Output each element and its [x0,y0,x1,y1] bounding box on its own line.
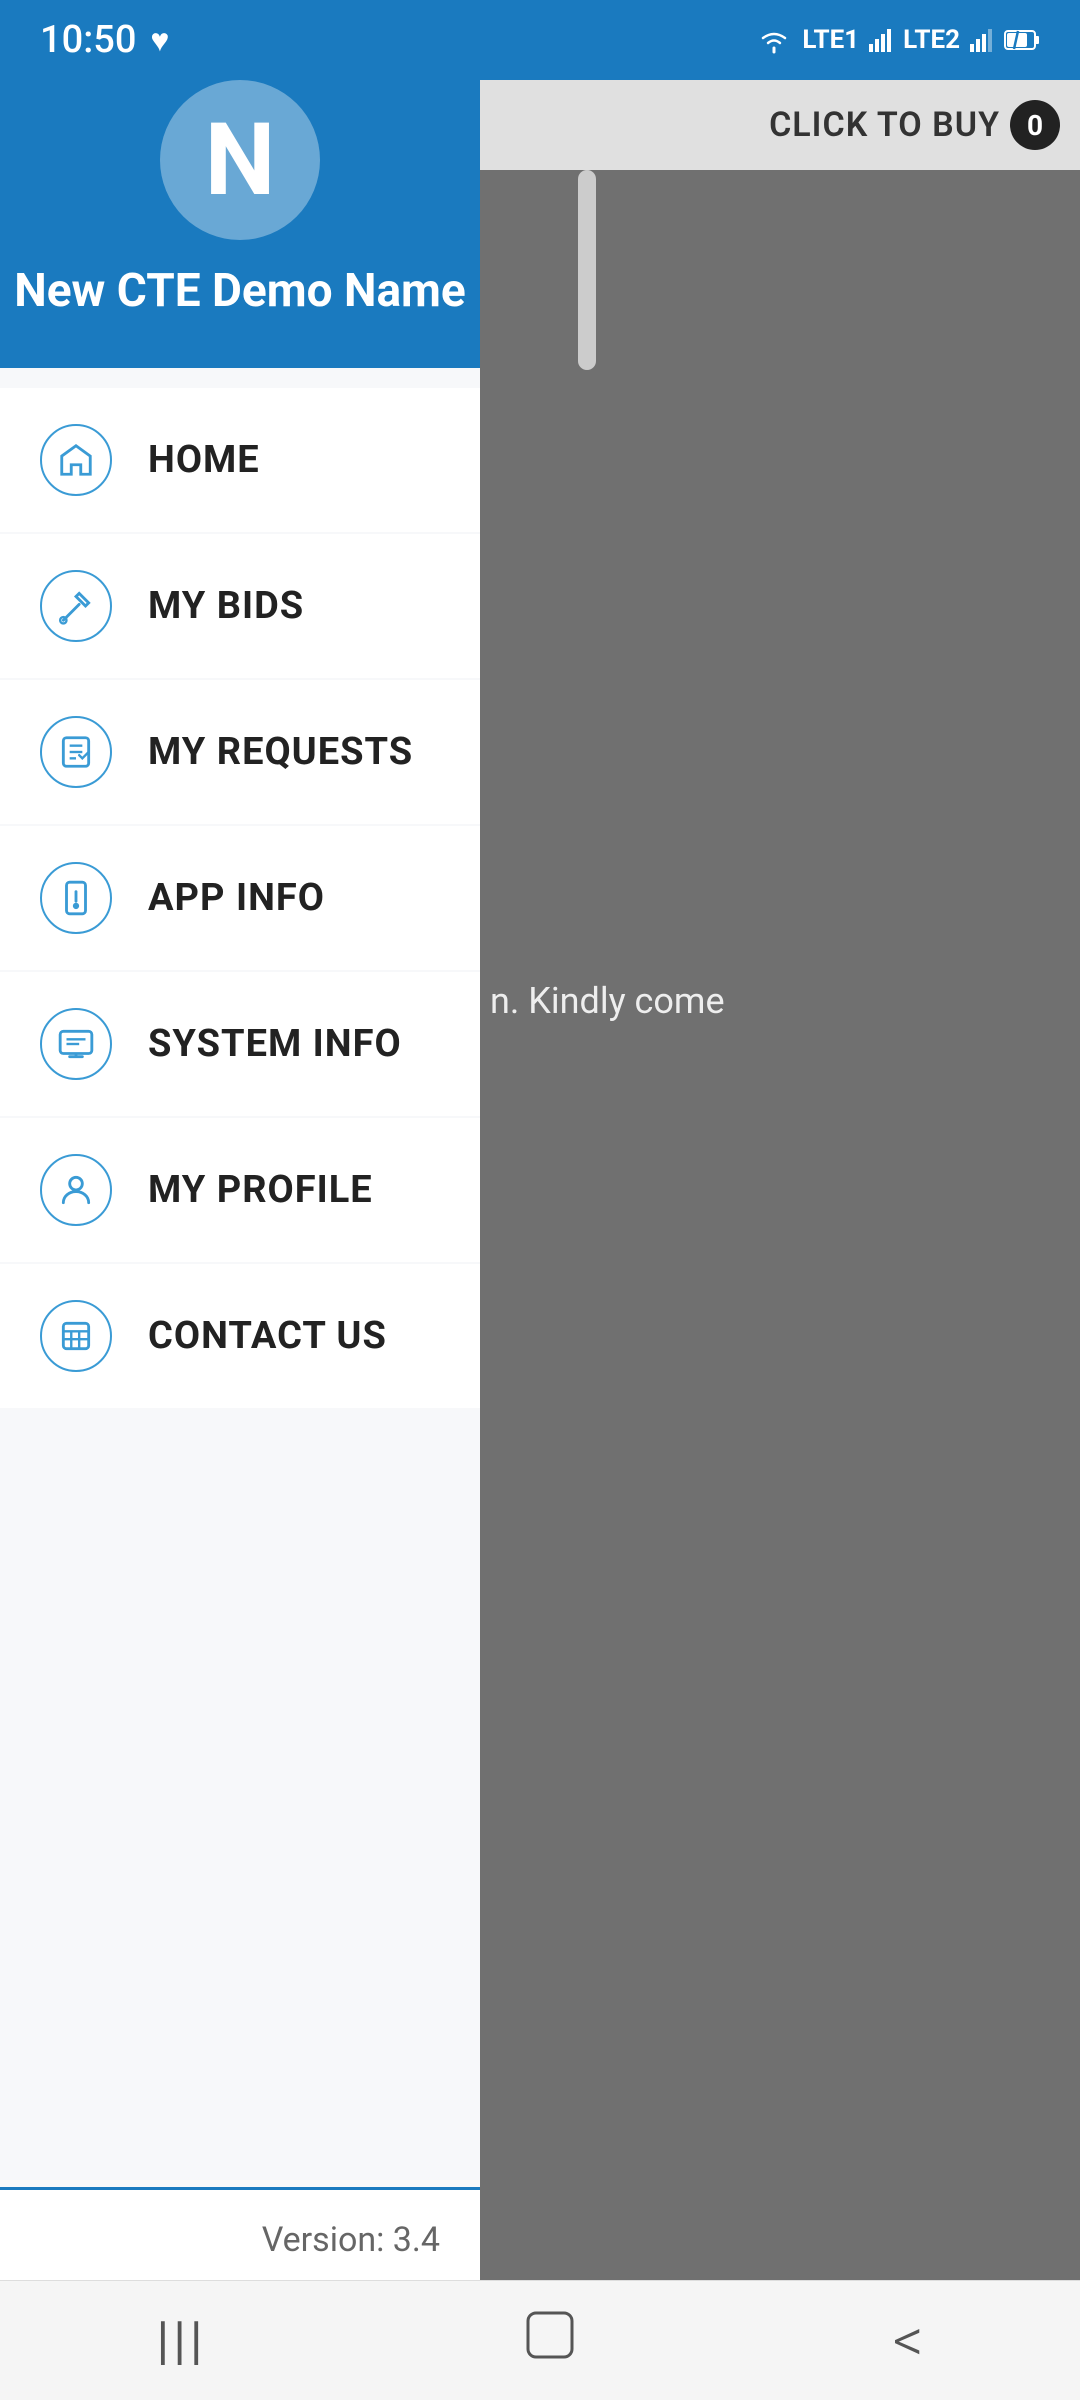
signal1-icon [869,26,893,54]
wifi-icon [756,26,792,54]
appinfo-icon-circle [40,862,112,934]
user-name: New CTE Demo Name [14,264,466,318]
sidebar-item-requests-label: MY REQUESTS [148,730,413,774]
requests-icon-circle [40,716,112,788]
bids-icon-circle [40,570,112,642]
sidebar-item-profile-label: MY PROFILE [148,1168,373,1212]
overlay-content-text: n. Kindly come [490,980,725,1022]
systeminfo-icon [57,1025,95,1063]
lte1-indicator: LTE1 [802,25,859,55]
sidebar-item-my-bids[interactable]: MY BIDS [0,534,480,678]
main-content-overlay [480,0,1080,2400]
drawer-menu: HOME MY BIDS [0,368,480,2187]
navigation-bar: ||| < [0,2280,1080,2400]
status-icons-area: LTE1 LTE2 [756,25,1040,55]
click-to-buy-bar[interactable]: CLICK TO BUY 0 [480,80,1080,170]
sidebar-item-bids-label: MY BIDS [148,584,304,628]
battery-icon [1004,26,1040,54]
sidebar-item-home[interactable]: HOME [0,388,480,532]
navigation-drawer: N New CTE Demo Name HOME MY BIDS [0,0,480,2400]
click-to-buy-badge: 0 [1010,100,1060,150]
status-time-area: 10:50 ♥ [40,18,169,62]
status-bar: 10:50 ♥ LTE1 LTE2 [0,0,1080,80]
lte2-indicator: LTE2 [903,25,960,55]
sidebar-item-home-label: HOME [148,438,260,482]
sidebar-item-systeminfo-label: SYSTEM INFO [148,1022,402,1066]
sidebar-item-contact-us[interactable]: CONTACT US [0,1264,480,1408]
nav-back-button[interactable]: < [893,2305,924,2376]
sidebar-item-contactus-label: CONTACT US [148,1314,387,1358]
profile-icon-circle [40,1154,112,1226]
nav-home-button[interactable] [520,2305,580,2377]
bids-icon [57,587,95,625]
sidebar-item-appinfo-label: APP INFO [148,876,325,920]
sidebar-item-system-info[interactable]: SYSTEM INFO [0,972,480,1116]
scrollbar[interactable] [578,170,596,370]
systeminfo-icon-circle [40,1008,112,1080]
contact-icon-circle [40,1300,112,1372]
avatar-letter: N [205,102,276,219]
nav-menu-button[interactable]: ||| [157,2310,207,2371]
profile-icon [57,1171,95,1209]
home-icon [57,441,95,479]
contact-icon [57,1317,95,1355]
home-icon-circle [40,424,112,496]
sidebar-item-app-info[interactable]: APP INFO [0,826,480,970]
time-display: 10:50 [40,18,136,62]
requests-icon [57,733,95,771]
click-to-buy-label: CLICK TO BUY [769,105,1000,145]
version-label: Version: 3.4 [262,2220,440,2260]
drawer-footer-version: Version: 3.4 [0,2187,480,2290]
avatar: N [160,80,320,240]
heart-icon: ♥ [150,21,169,59]
sidebar-item-my-requests[interactable]: MY REQUESTS [0,680,480,824]
appinfo-icon [57,879,95,917]
signal2-icon [970,26,994,54]
sidebar-item-my-profile[interactable]: MY PROFILE [0,1118,480,1262]
